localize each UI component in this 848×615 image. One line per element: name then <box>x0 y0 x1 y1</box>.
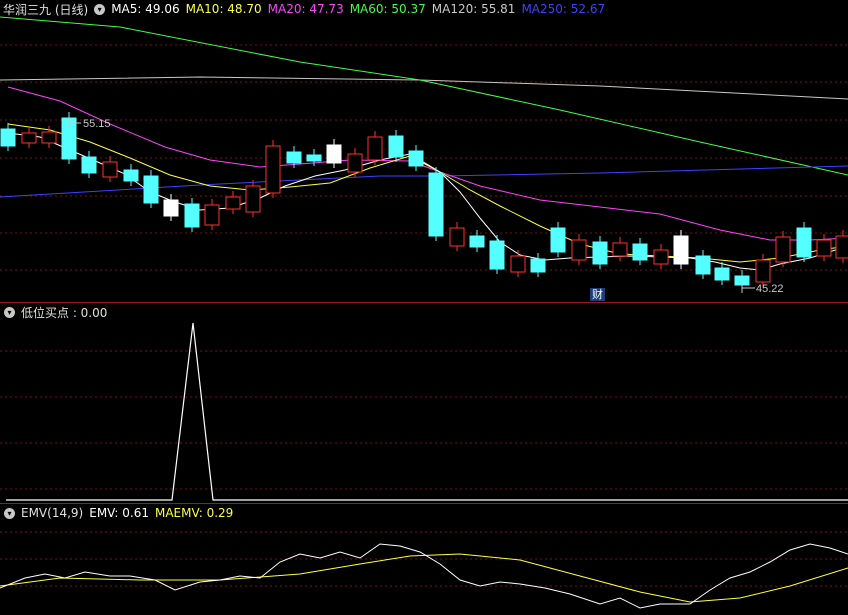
maemv-value: MAEMV: 0.29 <box>154 506 234 520</box>
chevron-down-icon[interactable]: ▾ <box>4 306 15 318</box>
low-buy-panel[interactable]: ▾ 低位买点 : 0.00 <box>0 303 848 503</box>
candle-body <box>306 154 322 162</box>
candle-body <box>695 255 711 275</box>
candle-body <box>163 199 179 217</box>
candle-body <box>816 239 832 257</box>
high-price-label: 55.15 <box>83 118 111 130</box>
candle-body <box>489 240 505 270</box>
candle-body <box>796 227 812 258</box>
candle-body <box>326 144 342 164</box>
ma-legend-item: MA5: 49.06 <box>111 2 180 16</box>
candle-body <box>612 242 628 257</box>
kline-chart[interactable]: 55.15 45.22 <box>0 0 848 302</box>
emv-panel[interactable]: ▾ EMV(14,9) EMV: 0.61 MAEMV: 0.29 <box>0 504 848 615</box>
stock-title[interactable]: 华润三九 (日线) <box>3 1 88 18</box>
ma10-line <box>7 123 848 263</box>
candle-body <box>0 128 16 147</box>
candle-body <box>41 131 57 144</box>
candle-body <box>245 185 261 213</box>
emv-title: EMV(14,9) <box>21 506 84 520</box>
ma-legend-item: MA250: 52.67 <box>521 2 606 16</box>
candle-body <box>21 132 37 144</box>
candle-body <box>225 196 241 210</box>
candle-body <box>714 267 730 281</box>
candle-body <box>632 243 648 261</box>
candle-body <box>755 259 771 283</box>
candle-body <box>428 172 444 237</box>
maemv-line <box>0 553 848 603</box>
candle-body <box>469 235 485 248</box>
candle-body <box>530 258 546 273</box>
low-buy-chart[interactable] <box>0 303 848 503</box>
ma60-line <box>0 16 848 176</box>
candle-body <box>102 161 118 178</box>
emv-line <box>0 543 848 609</box>
ma-legend-item: MA10: 48.70 <box>185 2 262 16</box>
low-buy-header: ▾ 低位买点 : 0.00 <box>0 303 113 321</box>
low-buy-label: 低位买点 : 0.00 <box>21 305 108 320</box>
emv-value: EMV: 0.61 <box>89 506 149 520</box>
ma120-line <box>0 76 848 100</box>
candle-body <box>388 135 404 158</box>
candle-body <box>653 249 669 265</box>
candle-body <box>143 175 159 204</box>
candle-body <box>204 204 220 226</box>
candle-body <box>367 136 383 161</box>
low-price-label: 45.22 <box>756 283 784 295</box>
candle-body <box>510 255 526 273</box>
candle-body <box>286 151 302 164</box>
ma-legend-item: MA60: 50.37 <box>349 2 426 16</box>
candle-body <box>449 227 465 247</box>
candle-body <box>571 239 587 261</box>
candle-body <box>408 150 424 167</box>
candle-body <box>347 153 363 173</box>
ma20-line <box>7 86 848 241</box>
chevron-down-icon[interactable]: ▾ <box>94 3 106 15</box>
candle-body <box>265 145 281 194</box>
low-buy-line <box>6 322 848 501</box>
ma-legend-item: MA20: 47.73 <box>267 2 344 16</box>
ma5-line <box>7 132 848 271</box>
ma-legend-item: MA120: 55.81 <box>431 2 516 16</box>
finance-badge[interactable]: 财 <box>590 288 605 301</box>
kline-panel[interactable]: 55.15 45.22 华润三九 (日线) ▾ MA5: 49.06 MA10: … <box>0 0 848 302</box>
candle-body <box>550 227 566 253</box>
candle-body <box>184 203 200 228</box>
chevron-down-icon[interactable]: ▾ <box>4 507 15 519</box>
kline-header: 华润三九 (日线) ▾ MA5: 49.06 MA10: 48.70 MA20: 4… <box>0 0 617 18</box>
candle-body <box>592 241 608 265</box>
candle-body <box>81 156 97 174</box>
candle-body <box>673 235 689 265</box>
candle-body <box>775 236 791 263</box>
candle-body <box>835 235 848 259</box>
ma-legend: MA5: 49.06 MA10: 48.70 MA20: 47.73 MA60: 50… <box>111 2 611 16</box>
emv-header: ▾ EMV(14,9) EMV: 0.61 MAEMV: 0.29 <box>0 504 239 522</box>
candle-body <box>123 169 139 182</box>
